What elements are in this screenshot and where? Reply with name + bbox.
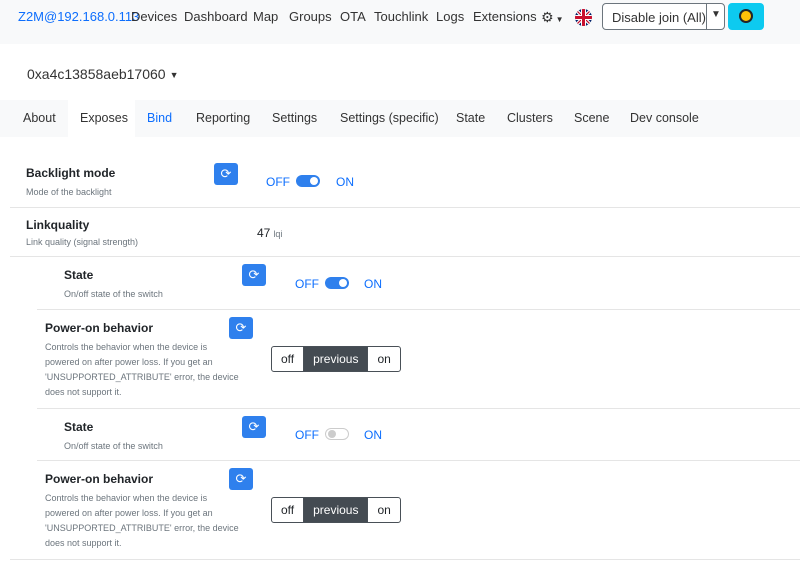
- device-selector[interactable]: 0xa4c13858aeb17060 ▼: [27, 66, 179, 82]
- top-navbar: Z2M@192.168.0.113 Devices Dashboard Map …: [0, 0, 800, 44]
- power1-title: Power-on behavior: [45, 321, 154, 335]
- power1-option-group: off previous on: [271, 346, 401, 372]
- tab-settings[interactable]: Settings: [263, 100, 325, 137]
- exposes-panel: Backlight mode Mode of the backlight ⟳ O…: [10, 137, 800, 578]
- state2-title: State: [64, 420, 94, 434]
- divider: [37, 460, 800, 461]
- device-title: 0xa4c13858aeb17060: [27, 66, 166, 82]
- backlight-off-label[interactable]: OFF: [266, 175, 290, 189]
- tab-scene[interactable]: Scene: [565, 100, 614, 137]
- state1-off-label[interactable]: OFF: [295, 277, 319, 291]
- backlight-toggle[interactable]: [296, 175, 320, 187]
- nav-logs[interactable]: Logs: [436, 9, 464, 24]
- refresh-icon[interactable]: ⟳: [214, 163, 238, 185]
- power2-option-on[interactable]: on: [367, 498, 399, 522]
- tab-reporting[interactable]: Reporting: [187, 100, 257, 137]
- tab-about[interactable]: About: [14, 100, 66, 137]
- state2-on-label[interactable]: ON: [364, 428, 382, 442]
- power1-option-off[interactable]: off: [272, 347, 303, 371]
- nav-groups[interactable]: Groups: [289, 9, 332, 24]
- nav-touchlink[interactable]: Touchlink: [374, 9, 428, 24]
- state2-toggle[interactable]: [325, 428, 349, 440]
- divider: [37, 408, 800, 409]
- power2-title: Power-on behavior: [45, 472, 154, 486]
- nav-devices[interactable]: Devices: [131, 9, 177, 24]
- state2-off-label[interactable]: OFF: [295, 428, 319, 442]
- sun-icon: [739, 9, 753, 23]
- state1-toggle[interactable]: [325, 277, 349, 289]
- divider: [10, 256, 800, 257]
- theme-toggle-button[interactable]: [728, 3, 764, 30]
- state2-desc: On/off state of the switch: [64, 441, 163, 451]
- chevron-down-icon[interactable]: ▼: [711, 9, 721, 20]
- state1-desc: On/off state of the switch: [64, 289, 163, 299]
- power1-option-on[interactable]: on: [367, 347, 399, 371]
- power2-option-group: off previous on: [271, 497, 401, 523]
- power1-desc: Controls the behavior when the device is…: [45, 342, 239, 397]
- state1-title: State: [64, 268, 94, 282]
- uk-flag-icon[interactable]: [575, 9, 592, 26]
- power2-option-previous[interactable]: previous: [303, 498, 368, 522]
- backlight-desc: Mode of the backlight: [26, 187, 112, 197]
- divider: [37, 309, 800, 310]
- linkquality-desc: Link quality (signal strength): [26, 237, 139, 247]
- device-tabs: About Exposes Bind Reporting Settings Se…: [0, 100, 800, 137]
- tab-settings-specific[interactable]: Settings (specific): [331, 100, 441, 137]
- refresh-icon[interactable]: ⟳: [229, 468, 253, 490]
- backlight-title: Backlight mode: [26, 166, 116, 180]
- power1-option-previous[interactable]: previous: [303, 347, 368, 371]
- tab-dev-console[interactable]: Dev console: [621, 100, 705, 137]
- brand-link[interactable]: Z2M@192.168.0.113: [18, 9, 139, 24]
- state1-on-label[interactable]: ON: [364, 277, 382, 291]
- tab-bind[interactable]: Bind: [139, 100, 181, 137]
- linkquality-title: Linkquality: [26, 218, 90, 232]
- join-split-divider: [706, 4, 707, 29]
- refresh-icon[interactable]: ⟳: [242, 264, 266, 286]
- nav-ota[interactable]: OTA: [340, 9, 366, 24]
- tab-clusters[interactable]: Clusters: [498, 100, 560, 137]
- chevron-down-icon: ▼: [169, 70, 179, 80]
- disable-join-label: Disable join (All): [612, 10, 706, 25]
- power2-option-off[interactable]: off: [272, 498, 303, 522]
- nav-map[interactable]: Map: [253, 9, 278, 24]
- nav-dashboard[interactable]: Dashboard: [184, 9, 248, 24]
- refresh-icon[interactable]: ⟳: [242, 416, 266, 438]
- divider: [10, 559, 800, 560]
- linkquality-unit: lqi: [273, 229, 283, 239]
- refresh-icon[interactable]: ⟳: [229, 317, 253, 339]
- backlight-on-label[interactable]: ON: [336, 175, 354, 189]
- nav-extensions[interactable]: Extensions: [473, 9, 537, 24]
- linkquality-value: 47 lqi: [257, 226, 283, 240]
- tab-state[interactable]: State: [447, 100, 492, 137]
- disable-join-button[interactable]: Disable join (All) ▼: [602, 3, 725, 30]
- power2-desc: Controls the behavior when the device is…: [45, 493, 239, 548]
- tab-exposes[interactable]: Exposes: [68, 100, 135, 137]
- gear-icon[interactable]: ⚙ ▼: [541, 9, 563, 26]
- divider: [10, 207, 800, 208]
